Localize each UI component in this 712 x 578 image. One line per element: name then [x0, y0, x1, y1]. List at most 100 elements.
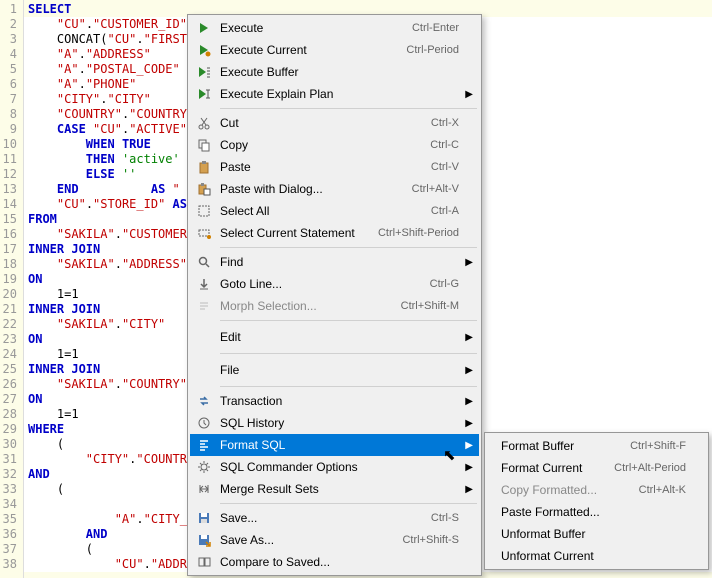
line-number: 20 [2, 287, 17, 302]
menu-separator [220, 353, 477, 354]
goto-icon [196, 276, 212, 292]
blank-icon [196, 329, 212, 345]
submenu-arrow-icon: ▶ [465, 484, 473, 495]
select-stmt-icon [196, 225, 212, 241]
line-number: 16 [2, 227, 17, 242]
submenu-item-format-current[interactable]: Format CurrentCtrl+Alt-Period [487, 457, 706, 479]
menu-item-label: Select Current Statement [220, 226, 378, 240]
menu-item-transaction[interactable]: Transaction▶ [190, 390, 479, 412]
paste-icon [196, 159, 212, 175]
menu-item-compare-to-saved[interactable]: Compare to Saved... [190, 551, 479, 573]
menu-item-edit[interactable]: Edit▶ [190, 324, 479, 350]
menu-item-execute-explain-plan[interactable]: Execute Explain Plan ▶ [190, 83, 479, 105]
menu-item-sql-commander-options[interactable]: SQL Commander Options▶ [190, 456, 479, 478]
menu-item-execute-current[interactable]: Execute CurrentCtrl-Period [190, 39, 479, 61]
submenu-arrow-icon: ▶ [465, 440, 473, 451]
menu-item-label: Execute Explain Plan [220, 87, 459, 101]
menu-item-shortcut: Ctrl-Enter [412, 22, 459, 34]
menu-item-shortcut: Ctrl-Period [406, 44, 459, 56]
line-number: 28 [2, 407, 17, 422]
menu-item-select-all[interactable]: Select AllCtrl-A [190, 200, 479, 222]
menu-item-shortcut: Ctrl-C [430, 139, 459, 151]
menu-item-label: Save As... [220, 533, 402, 547]
saveas-icon [196, 532, 212, 548]
submenu-arrow-icon: ▶ [465, 89, 473, 100]
menu-separator [220, 247, 477, 248]
line-number: 36 [2, 527, 17, 542]
line-number-gutter: 1234567891011121314151617181920212223242… [0, 0, 24, 578]
line-number: 3 [2, 32, 17, 47]
line-number: 37 [2, 542, 17, 557]
submenu-arrow-icon: ▶ [465, 365, 473, 376]
line-number: 25 [2, 362, 17, 377]
submenu-arrow-icon: ▶ [465, 332, 473, 343]
line-number: 13 [2, 182, 17, 197]
format-sql-submenu: Format BufferCtrl+Shift-FFormat CurrentC… [484, 432, 709, 570]
select-all-icon [196, 203, 212, 219]
menu-item-paste-with-dialog[interactable]: Paste with Dialog...Ctrl+Alt-V [190, 178, 479, 200]
menu-item-sql-history[interactable]: SQL History▶ [190, 412, 479, 434]
menu-item-shortcut: Ctrl-G [430, 278, 459, 290]
menu-item-format-sql[interactable]: Format SQL▶ [190, 434, 479, 456]
menu-item-shortcut: Ctrl-X [431, 117, 459, 129]
compare-icon [196, 554, 212, 570]
line-number: 10 [2, 137, 17, 152]
transaction-icon [196, 393, 212, 409]
line-number: 18 [2, 257, 17, 272]
line-number: 17 [2, 242, 17, 257]
format-icon [196, 437, 212, 453]
menu-item-label: Compare to Saved... [220, 555, 459, 569]
line-number: 19 [2, 272, 17, 287]
menu-item-shortcut: Ctrl+Alt-V [412, 183, 459, 195]
menu-item-paste[interactable]: PasteCtrl-V [190, 156, 479, 178]
menu-item-save[interactable]: Save...Ctrl-S [190, 507, 479, 529]
menu-item-execute[interactable]: ExecuteCtrl-Enter [190, 17, 479, 39]
menu-item-label: Merge Result Sets [220, 482, 459, 496]
menu-item-select-current-statement[interactable]: Select Current StatementCtrl+Shift-Perio… [190, 222, 479, 244]
line-number: 6 [2, 77, 17, 92]
submenu-item-unformat-current[interactable]: Unformat Current [487, 545, 706, 567]
menu-item-cut[interactable]: CutCtrl-X [190, 112, 479, 134]
merge-icon [196, 481, 212, 497]
line-number: 26 [2, 377, 17, 392]
submenu-item-paste-formatted[interactable]: Paste Formatted... [487, 501, 706, 523]
find-icon [196, 254, 212, 270]
line-number: 11 [2, 152, 17, 167]
submenu-item-shortcut: Ctrl+Alt-K [639, 484, 686, 496]
options-icon [196, 459, 212, 475]
line-number: 29 [2, 422, 17, 437]
menu-item-goto-line[interactable]: Goto Line...Ctrl-G [190, 273, 479, 295]
menu-item-shortcut: Ctrl+Shift-S [402, 534, 459, 546]
line-number: 27 [2, 392, 17, 407]
copy-icon [196, 137, 212, 153]
submenu-item-unformat-buffer[interactable]: Unformat Buffer [487, 523, 706, 545]
line-number: 32 [2, 467, 17, 482]
submenu-item-label: Format Current [501, 461, 614, 475]
paste-dialog-icon [196, 181, 212, 197]
line-number: 33 [2, 482, 17, 497]
menu-item-execute-buffer[interactable]: Execute Buffer [190, 61, 479, 83]
menu-item-copy[interactable]: CopyCtrl-C [190, 134, 479, 156]
menu-item-shortcut: Ctrl-V [431, 161, 459, 173]
line-number: 1 [2, 2, 17, 17]
submenu-item-copy-formatted: Copy Formatted...Ctrl+Alt-K [487, 479, 706, 501]
line-number: 7 [2, 92, 17, 107]
menu-item-label: Morph Selection... [220, 299, 401, 313]
menu-separator [220, 320, 477, 321]
submenu-arrow-icon: ▶ [465, 257, 473, 268]
submenu-item-label: Paste Formatted... [501, 505, 686, 519]
menu-item-shortcut: Ctrl+Shift-Period [378, 227, 459, 239]
history-icon [196, 415, 212, 431]
submenu-item-format-buffer[interactable]: Format BufferCtrl+Shift-F [487, 435, 706, 457]
menu-separator [220, 386, 477, 387]
menu-item-save-as[interactable]: Save As...Ctrl+Shift-S [190, 529, 479, 551]
line-number: 22 [2, 317, 17, 332]
menu-item-find[interactable]: Find▶ [190, 251, 479, 273]
line-number: 2 [2, 17, 17, 32]
play-tree-icon [196, 86, 212, 102]
line-number: 14 [2, 197, 17, 212]
menu-separator [220, 503, 477, 504]
menu-item-file[interactable]: File▶ [190, 357, 479, 383]
line-number: 38 [2, 557, 17, 572]
menu-item-merge-result-sets[interactable]: Merge Result Sets ▶ [190, 478, 479, 500]
